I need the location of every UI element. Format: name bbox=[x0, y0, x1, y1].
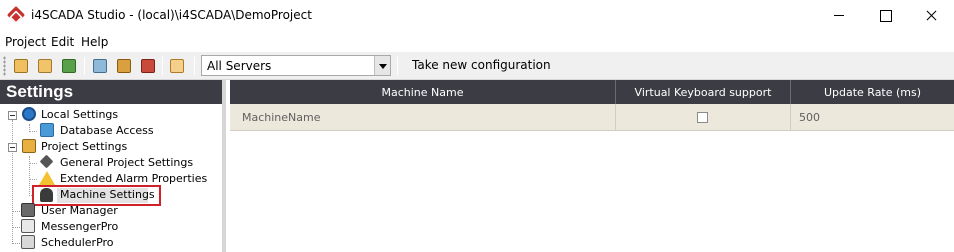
tree-connector bbox=[12, 211, 20, 212]
import-button[interactable] bbox=[60, 57, 78, 75]
tree-item-label: Local Settings bbox=[41, 108, 119, 121]
scheduler-icon bbox=[21, 235, 35, 249]
tree-item-general-project-settings[interactable]: General Project Settings bbox=[60, 155, 220, 171]
open-folder-icon bbox=[38, 59, 52, 73]
exit-icon bbox=[170, 59, 184, 73]
take-new-configuration-button[interactable]: Take new configuration bbox=[404, 55, 559, 76]
column-header-machine-name[interactable]: Machine Name bbox=[230, 80, 616, 104]
menu-help[interactable]: Help bbox=[81, 35, 108, 49]
tree-connector bbox=[29, 156, 30, 196]
collapse-local-settings-toggle[interactable] bbox=[8, 111, 17, 120]
messenger-icon bbox=[21, 219, 35, 233]
tree-item-label: General Project Settings bbox=[60, 156, 194, 169]
delete-icon bbox=[141, 59, 155, 73]
table-row[interactable]: MachineName 500 bbox=[230, 104, 954, 131]
warning-icon bbox=[39, 171, 55, 185]
column-header-update-rate[interactable]: Update Rate (ms) bbox=[791, 80, 954, 104]
menu-project[interactable]: Project bbox=[5, 35, 46, 49]
minimize-button[interactable] bbox=[816, 0, 862, 30]
user-manager-icon bbox=[21, 203, 35, 217]
tree-item-project-settings[interactable]: Project Settings bbox=[41, 139, 211, 155]
tree-connector bbox=[12, 227, 20, 228]
virtual-keyboard-cell[interactable] bbox=[616, 104, 791, 131]
grid-header: Machine Name Virtual Keyboard support Up… bbox=[230, 80, 954, 104]
toolbar-separator bbox=[397, 57, 398, 75]
toolbar-grip[interactable] bbox=[3, 56, 6, 76]
tree-item-local-settings[interactable]: Local Settings bbox=[41, 107, 211, 123]
project-settings-icon bbox=[22, 139, 36, 153]
tree-item-scheduler-pro[interactable]: SchedulerPro bbox=[41, 235, 211, 251]
window-title: i4SCADA Studio - (local)\i4SCADA\DemoPro… bbox=[31, 8, 312, 22]
server-select[interactable]: All Servers bbox=[201, 55, 391, 76]
copy-button[interactable] bbox=[91, 57, 109, 75]
tree-connector bbox=[29, 163, 37, 164]
menu-bar: Project Edit Help bbox=[0, 30, 954, 52]
wrench-icon bbox=[39, 154, 54, 169]
tree-item-label: Project Settings bbox=[41, 140, 128, 153]
toolbar-separator bbox=[84, 57, 85, 75]
import-icon bbox=[62, 59, 76, 73]
machine-name-cell[interactable]: MachineName bbox=[230, 104, 616, 131]
settings-panel: Settings Local Settings Database Access … bbox=[0, 80, 226, 252]
chevron-down-icon[interactable] bbox=[374, 56, 390, 75]
database-icon bbox=[40, 123, 54, 137]
open-project-button[interactable] bbox=[36, 57, 54, 75]
tree-item-label: User Manager bbox=[41, 204, 118, 217]
tree-item-user-manager[interactable]: User Manager bbox=[41, 203, 211, 219]
virtual-keyboard-checkbox[interactable] bbox=[697, 112, 708, 123]
exit-button[interactable] bbox=[168, 57, 186, 75]
close-button[interactable] bbox=[908, 0, 954, 30]
tree-item-label: MessengerPro bbox=[41, 220, 119, 233]
tree-item-label: Database Access bbox=[60, 124, 154, 137]
copy-icon bbox=[93, 59, 107, 73]
tree-item-machine-settings[interactable]: Machine Settings bbox=[60, 187, 155, 203]
tree-item-database-access[interactable]: Database Access bbox=[60, 123, 210, 139]
tree-connector bbox=[12, 243, 20, 244]
clean-button[interactable] bbox=[115, 57, 133, 75]
tree-connector bbox=[12, 120, 13, 244]
gear-icon bbox=[22, 107, 36, 121]
tree-item-label: Machine Settings bbox=[60, 188, 155, 201]
title-bar: i4SCADA Studio - (local)\i4SCADA\DemoPro… bbox=[0, 0, 954, 30]
tree-item-label: Extended Alarm Properties bbox=[60, 172, 208, 185]
column-header-virtual-keyboard[interactable]: Virtual Keyboard support bbox=[616, 80, 791, 104]
broom-icon bbox=[117, 59, 131, 73]
menu-edit[interactable]: Edit bbox=[51, 35, 74, 49]
delete-button[interactable] bbox=[139, 57, 157, 75]
settings-header: Settings bbox=[0, 80, 222, 104]
toolbar-separator bbox=[194, 57, 195, 75]
tree-item-label: SchedulerPro bbox=[41, 236, 114, 249]
tree-connector bbox=[29, 179, 37, 180]
update-rate-cell[interactable]: 500 bbox=[791, 104, 954, 131]
collapse-project-settings-toggle[interactable] bbox=[8, 143, 17, 152]
machine-settings-icon bbox=[40, 188, 53, 202]
machine-settings-grid: Machine Name Virtual Keyboard support Up… bbox=[230, 80, 954, 252]
new-project-icon bbox=[14, 59, 28, 73]
server-select-value: All Servers bbox=[207, 59, 272, 73]
tree-connector bbox=[29, 131, 37, 132]
app-logo-icon bbox=[6, 5, 26, 25]
tree-item-extended-alarm-properties[interactable]: Extended Alarm Properties bbox=[60, 171, 220, 187]
tree-item-messenger-pro[interactable]: MessengerPro bbox=[41, 219, 211, 235]
toolbar-separator bbox=[162, 57, 163, 75]
new-project-button[interactable] bbox=[12, 57, 30, 75]
maximize-button[interactable] bbox=[862, 0, 908, 30]
